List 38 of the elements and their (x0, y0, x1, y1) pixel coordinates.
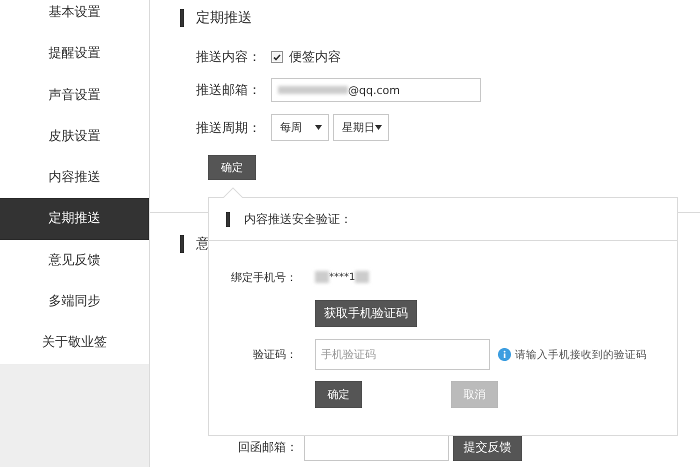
check-icon (273, 54, 281, 60)
dropdown-arrow-icon (315, 125, 322, 130)
field-label: 回函邮箱： (238, 439, 299, 456)
sidebar-item[interactable]: 声音设置 (0, 74, 149, 116)
sidebar-item[interactable]: 关于敬业签 (0, 322, 149, 364)
reply-email-field[interactable] (304, 434, 449, 460)
field-label: 绑定手机号： (230, 270, 297, 284)
field-label: 推送周期： (196, 120, 262, 136)
hint-text: 请输入手机接收到的验证码 (515, 348, 647, 362)
checkbox[interactable] (271, 51, 283, 63)
dropdown-arrow-icon (375, 125, 382, 130)
field-label: 验证码： (252, 347, 297, 362)
code-field[interactable]: 手机验证码 (315, 339, 490, 370)
info-icon (498, 348, 511, 361)
sidebar-item[interactable]: 皮肤设置 (0, 116, 149, 158)
get-code-button[interactable]: 获取手机验证码 (315, 300, 417, 327)
title-bar (226, 212, 230, 226)
period-select[interactable]: 星期日 (333, 114, 389, 141)
sidebar-item[interactable]: 意见反馈 (0, 240, 149, 282)
popup-title: 内容推送安全验证： (244, 210, 352, 228)
title-bar (180, 235, 184, 253)
sidebar-item[interactable]: 内容推送 (0, 157, 149, 198)
field-label: 推送内容： (196, 49, 262, 66)
sidebar-item[interactable]: 基本设置 (0, 0, 149, 34)
submit-feedback-button[interactable]: 提交反馈 (453, 434, 522, 461)
sidebar-item[interactable]: 定期推送 (0, 198, 149, 240)
checkbox-label: 便签内容 (289, 49, 341, 66)
period-select[interactable]: 每周 (271, 114, 329, 141)
section-title: 意 (196, 235, 210, 253)
field-label: 推送邮箱： (196, 82, 262, 99)
title-bar (180, 9, 184, 27)
section-title: 定期推送 (196, 9, 252, 27)
phone-number: ****1 (315, 271, 370, 283)
sidebar-item[interactable]: 提醒设置 (0, 33, 149, 75)
sidebar-item[interactable]: 多端同步 (0, 281, 149, 322)
confirm-button[interactable]: 确定 (208, 155, 256, 180)
confirm-button[interactable]: 确定 (315, 381, 362, 408)
email-field[interactable]: @qq.com (271, 78, 481, 102)
